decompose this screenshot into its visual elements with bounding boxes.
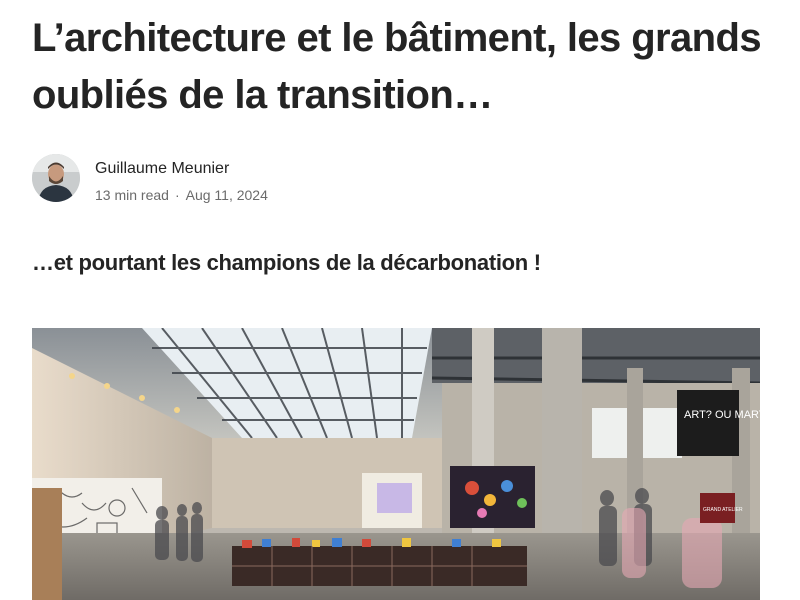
article-subtitle: …et pourtant les champions de la décarbo… (32, 250, 541, 275)
author-name[interactable]: Guillaume Meunier (95, 160, 229, 178)
hero-image: ART? OU MART? GRAND ATELIER (32, 328, 760, 600)
read-time: 13 min read (95, 187, 169, 203)
article-meta: 13 min read · Aug 11, 2024 (95, 187, 268, 203)
sign-text: GRAND ATELIER (703, 507, 743, 513)
author-avatar[interactable] (32, 154, 80, 202)
article-title: L’architecture et le bâtiment, les grand… (32, 16, 762, 117)
banner-text: ART? OU MART? (684, 409, 760, 421)
publish-date: Aug 11, 2024 (185, 187, 268, 203)
meta-separator: · (174, 187, 180, 203)
